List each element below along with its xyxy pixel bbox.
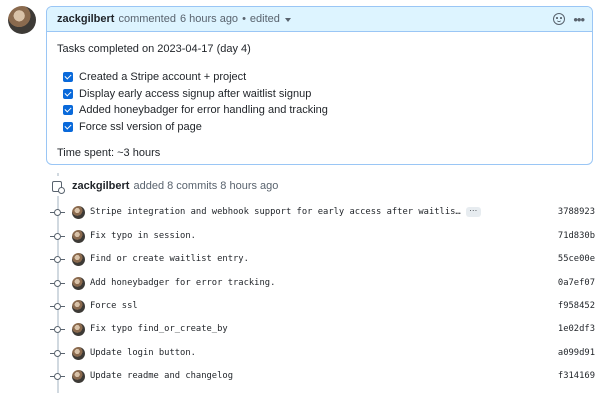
commit-row: Find or create waitlist entry. 55ce00e xyxy=(50,251,595,267)
commit-message-link[interactable]: Find or create waitlist entry. xyxy=(90,254,249,264)
time-spent: Time spent: ~3 hours xyxy=(57,147,161,159)
event-text: added 8 commits 8 hours ago xyxy=(133,180,279,192)
commits-event: zackgilbert added 8 commits 8 hours ago xyxy=(46,176,278,196)
commit-message-link[interactable]: Fix typo find_or_create_by xyxy=(90,324,228,334)
author-avatar[interactable] xyxy=(8,6,36,34)
commit-author-avatar[interactable] xyxy=(72,369,85,383)
commit-sha-link[interactable]: f314169 xyxy=(558,371,595,381)
smiley-icon[interactable] xyxy=(553,13,566,25)
commit-node-icon xyxy=(50,207,65,217)
kebab-icon[interactable]: ••• xyxy=(573,13,585,26)
commit-push-icon xyxy=(46,176,68,196)
header-separator: • xyxy=(242,13,246,25)
commit-sha-link[interactable]: 0a7ef07 xyxy=(558,278,595,288)
commit-sha-link[interactable]: 1e02df3 xyxy=(558,324,595,334)
commit-row: Stripe integration and webhook support f… xyxy=(50,204,595,220)
comment-body: Tasks completed on 2023-04-17 (day 4) Cr… xyxy=(47,32,592,159)
task-label: Display early access signup after waitli… xyxy=(79,87,312,100)
commit-message-link[interactable]: Force ssl xyxy=(90,301,138,311)
commit-author-avatar[interactable] xyxy=(72,252,85,266)
comment-timestamp[interactable]: 6 hours ago xyxy=(180,13,238,25)
commit-node-icon xyxy=(50,231,65,241)
commit-author-avatar[interactable] xyxy=(72,346,85,360)
task-checkbox[interactable] xyxy=(63,121,73,132)
commit-row: Update readme and changelog f314169 xyxy=(50,368,595,384)
commit-node-icon xyxy=(50,348,65,358)
task-item: Force ssl version of page xyxy=(57,119,582,136)
commit-row: Add honeybadger for error tracking. 0a7e… xyxy=(50,275,595,291)
event-author-link[interactable]: zackgilbert xyxy=(72,180,129,192)
comment-box: zackgilbert commented 6 hours ago • edit… xyxy=(46,6,593,165)
task-list: Created a Stripe account + project Displ… xyxy=(57,69,582,135)
commit-sha-link[interactable]: f958452 xyxy=(558,301,595,311)
commit-node-icon xyxy=(50,371,65,381)
commit-row: Fix typo find_or_create_by 1e02df3 xyxy=(50,321,595,337)
commit-author-avatar[interactable] xyxy=(72,322,85,336)
commit-node-icon xyxy=(50,278,65,288)
commit-author-avatar[interactable] xyxy=(72,229,85,243)
commit-message-link[interactable]: Update readme and changelog xyxy=(90,371,233,381)
task-checkbox[interactable] xyxy=(63,88,73,99)
task-label: Force ssl version of page xyxy=(79,120,202,133)
chevron-down-icon xyxy=(284,18,291,22)
commit-author-avatar[interactable] xyxy=(72,299,85,313)
commit-node-icon xyxy=(50,301,65,311)
commit-author-avatar[interactable] xyxy=(72,205,85,219)
comment-author-link[interactable]: zackgilbert xyxy=(57,13,114,25)
task-checkbox[interactable] xyxy=(63,72,73,83)
edited-label: edited xyxy=(249,13,280,25)
task-label: Created a Stripe account + project xyxy=(79,71,247,84)
commit-row: Force ssl f958452 xyxy=(50,298,595,314)
commit-row: Fix typo in session. 71d830b xyxy=(50,228,595,244)
expand-commit-button[interactable]: ··· xyxy=(465,207,481,217)
commit-node-icon xyxy=(50,324,65,334)
commit-message-link[interactable]: Fix typo in session. xyxy=(90,231,196,241)
commit-sha-link[interactable]: 3788923 xyxy=(558,207,595,217)
commit-node-icon xyxy=(50,254,65,264)
task-label: Added honeybadger for error handling and… xyxy=(79,104,328,117)
commit-author-avatar[interactable] xyxy=(72,276,85,290)
task-item: Added honeybadger for error handling and… xyxy=(57,102,582,119)
comment-header: zackgilbert commented 6 hours ago • edit… xyxy=(47,7,592,32)
commit-sha-link[interactable]: 71d830b xyxy=(558,231,595,241)
commit-message-link[interactable]: Stripe integration and webhook support f… xyxy=(90,207,461,217)
comment-action: commented xyxy=(118,13,176,25)
commit-message-link[interactable]: Add honeybadger for error tracking. xyxy=(90,278,275,288)
task-item: Created a Stripe account + project xyxy=(57,69,582,86)
task-checkbox[interactable] xyxy=(63,105,73,116)
commit-sha-link[interactable]: a099d91 xyxy=(558,348,595,358)
commit-message-link[interactable]: Update login button. xyxy=(90,348,196,358)
edited-dropdown[interactable]: edited xyxy=(250,13,291,25)
commit-sha-link[interactable]: 55ce00e xyxy=(558,254,595,264)
comment-title: Tasks completed on 2023-04-17 (day 4) xyxy=(57,43,251,55)
commit-row: Update login button. a099d91 xyxy=(50,345,595,361)
task-item: Display early access signup after waitli… xyxy=(57,86,582,103)
